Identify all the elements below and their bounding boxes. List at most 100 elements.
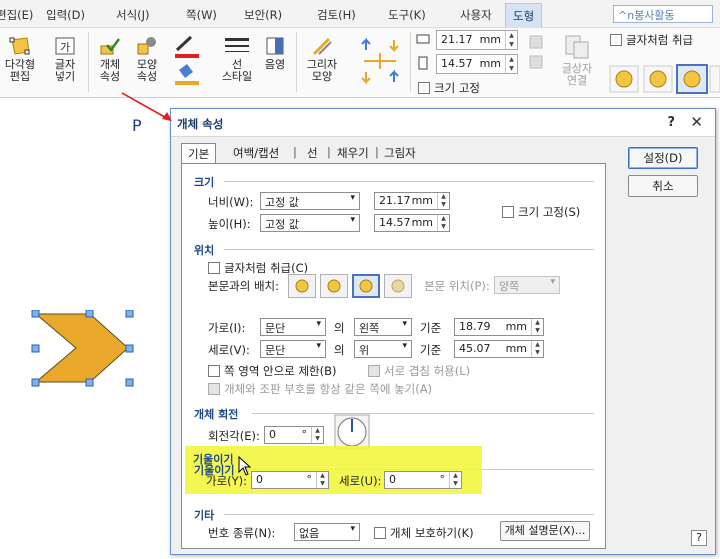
ribbon: 다각형 편집 가 글자 넣기 개체 속성 모양 속성 선 스타일 음영 그리자 … bbox=[0, 28, 720, 98]
rotation-angle-label: 회전각(E): bbox=[208, 429, 260, 443]
width-icon bbox=[416, 34, 430, 44]
selection-handle[interactable] bbox=[85, 378, 94, 387]
polygon-edit-button[interactable]: 다각형 편집 bbox=[2, 36, 38, 83]
bottom-help-icon[interactable]: ? bbox=[691, 530, 707, 546]
horizontal-base-select[interactable]: 문단 ▾ bbox=[260, 318, 326, 336]
line-style-icon bbox=[225, 38, 249, 52]
menu-tools[interactable]: 도구(K) bbox=[388, 7, 426, 23]
tab-line[interactable]: 선 bbox=[307, 145, 318, 161]
menu-insert[interactable]: 입력(D) bbox=[46, 7, 85, 23]
height-spinner[interactable]: ▲ ▼ bbox=[437, 215, 449, 231]
fixed-size-checkbox[interactable]: 크기 고정(S) bbox=[502, 204, 580, 220]
text-insert-button[interactable]: 가 글자 넣기 bbox=[50, 36, 80, 83]
shape-properties-button[interactable]: 모양 속성 bbox=[130, 36, 164, 83]
horizontal-align-select[interactable]: 왼쪽 ▾ bbox=[354, 318, 412, 336]
textbox-link-button[interactable]: 글상자 연결 bbox=[556, 34, 598, 87]
width-spinner[interactable]: ▲ ▼ bbox=[437, 193, 449, 209]
wrap-behind-button[interactable] bbox=[384, 274, 412, 298]
height-input[interactable]: 14.57 mm ▲ ▼ bbox=[374, 214, 450, 232]
skew-horizontal-input[interactable]: 0 ° ▲ ▼ bbox=[251, 471, 329, 489]
height-mode-select[interactable]: 고정 값 ▾ bbox=[260, 214, 360, 232]
protect-object-checkbox[interactable]: 개체 보호하기(K) bbox=[374, 525, 474, 541]
tab-margin-caption[interactable]: 여백/캡션 bbox=[233, 145, 279, 161]
menu-security[interactable]: 보안(R) bbox=[244, 7, 282, 23]
tab-fill[interactable]: 채우기 bbox=[337, 145, 369, 161]
wrap-infront-button[interactable] bbox=[352, 274, 380, 298]
menu-edit[interactable]: 편집(E) bbox=[0, 7, 33, 23]
ribbon-separator bbox=[296, 32, 297, 92]
body-position-select[interactable]: 양쪽 ▾ bbox=[494, 276, 560, 294]
rotation-section-title: 개체 회전 bbox=[194, 408, 239, 421]
object-properties-icon bbox=[100, 38, 121, 55]
selection-handle[interactable] bbox=[31, 310, 40, 318]
ribbon-fixed-size-checkbox[interactable]: 크기 고정 bbox=[418, 80, 480, 96]
skew-vertical-spinner[interactable]: ▲ ▼ bbox=[449, 472, 461, 488]
chevron-shape[interactable] bbox=[30, 310, 136, 390]
vertical-offset-input[interactable]: 45.07 mm ▲ ▼ bbox=[454, 340, 544, 358]
rotation-angle-input[interactable]: 0 ° ▲ ▼ bbox=[264, 426, 324, 444]
width-spinner[interactable]: ▲ ▼ bbox=[505, 31, 517, 49]
menu-page[interactable]: 쪽(W) bbox=[186, 7, 217, 23]
skew-vertical-input[interactable]: 0 ° ▲ ▼ bbox=[384, 471, 462, 489]
vertical-base-select[interactable]: 문단 ▾ bbox=[260, 340, 326, 358]
number-type-select[interactable]: 없음 ▾ bbox=[294, 523, 360, 541]
position-section-title: 위치 bbox=[194, 244, 215, 257]
help-search-input[interactable]: ^n봉사활동 bbox=[613, 5, 713, 23]
selection-handle[interactable] bbox=[125, 344, 134, 353]
screen: 편집(E) 입력(D) 서식(J) 쪽(W) 보안(R) 검토(H) 도구(K)… bbox=[0, 0, 720, 559]
selection-handle[interactable] bbox=[85, 310, 94, 318]
allow-overlap-checkbox[interactable]: 서로 겹침 허용(L) bbox=[368, 363, 470, 379]
height-spinner[interactable]: ▲ ▼ bbox=[505, 55, 517, 73]
horizontal-pos-label: 가로(I): bbox=[208, 321, 246, 335]
tab-shadow[interactable]: 그림자 bbox=[384, 145, 416, 161]
ribbon-treat-as-char-checkbox[interactable]: 글자처럼 취급 bbox=[610, 32, 693, 48]
selection-handle[interactable] bbox=[125, 310, 134, 318]
shading-icon bbox=[266, 37, 284, 55]
vertical-align-select[interactable]: 위 ▾ bbox=[354, 340, 412, 358]
menu-shape[interactable]: 도형 bbox=[505, 3, 543, 28]
ok-button[interactable]: 설정(D) bbox=[628, 147, 698, 169]
shadow-shape-button[interactable]: 그리자 모양 bbox=[302, 36, 342, 83]
body-position-label: 본문 위치(P): bbox=[424, 279, 490, 293]
horizontal-offset-spinner[interactable]: ▲ ▼ bbox=[531, 319, 543, 335]
shading-button[interactable]: 음영 bbox=[260, 36, 290, 71]
menu-user[interactable]: 사용자 bbox=[460, 7, 492, 23]
tab-basic[interactable]: 기본 bbox=[181, 143, 217, 163]
same-page-checkbox[interactable]: 개체와 조판 부호를 항상 같은 쪽에 놓기(A) bbox=[208, 381, 432, 397]
rotation-spinner[interactable]: ▲ ▼ bbox=[311, 427, 323, 443]
menu-format[interactable]: 서식(J) bbox=[116, 7, 150, 23]
ribbon-width-input[interactable]: 21.17 mm ▲ ▼ bbox=[436, 30, 518, 50]
vertical-offset-spinner[interactable]: ▲ ▼ bbox=[531, 341, 543, 357]
height-label: 높이(H): bbox=[208, 217, 251, 231]
size-section-title: 크기 bbox=[194, 176, 215, 189]
ribbon-height-input[interactable]: 14.57 mm ▲ ▼ bbox=[436, 54, 518, 74]
line-style-button[interactable]: 선 스타일 bbox=[218, 36, 256, 83]
skew-horizontal-spinner[interactable]: ▲ ▼ bbox=[316, 472, 328, 488]
menu-review[interactable]: 검토(H) bbox=[317, 7, 356, 23]
align-arrange-button[interactable] bbox=[354, 34, 406, 90]
rotation-dial-icon[interactable] bbox=[334, 414, 370, 450]
width-input[interactable]: 21.17 mm ▲ ▼ bbox=[374, 192, 450, 210]
dialog-title-bar[interactable]: 개체 속성 ? ✕ bbox=[171, 109, 715, 137]
svg-text:가: 가 bbox=[60, 41, 70, 54]
limit-page-checkbox[interactable]: 쪽 영역 안으로 제한(B) bbox=[208, 363, 336, 379]
wrap-infront-icon bbox=[359, 279, 373, 293]
ribbon-wrap-gallery bbox=[608, 64, 720, 94]
cancel-button[interactable]: 취소 bbox=[628, 175, 698, 197]
horizontal-offset-input[interactable]: 18.79 mm ▲ ▼ bbox=[454, 318, 544, 336]
object-properties-button[interactable]: 개체 속성 bbox=[94, 36, 126, 83]
selection-handle[interactable] bbox=[31, 378, 40, 387]
menu-bar: 편집(E) 입력(D) 서식(J) 쪽(W) 보안(R) 검토(H) 도구(K)… bbox=[0, 0, 720, 28]
width-mode-select[interactable]: 고정 값 ▾ bbox=[260, 192, 360, 210]
wrap-square-button[interactable] bbox=[288, 274, 316, 298]
selection-handle[interactable] bbox=[125, 378, 134, 387]
wrap-label: 본문과의 배치: bbox=[208, 279, 280, 293]
wrap-topbottom-button[interactable] bbox=[320, 274, 348, 298]
object-description-button[interactable]: 개체 설명문(X)... bbox=[500, 521, 590, 541]
polygon-edit-icon bbox=[9, 37, 30, 55]
line-color-button[interactable] bbox=[168, 34, 208, 90]
close-icon[interactable]: ✕ bbox=[690, 113, 703, 131]
selection-handle[interactable] bbox=[31, 344, 40, 353]
shadow-shape-icon bbox=[312, 37, 332, 56]
help-icon[interactable]: ? bbox=[667, 115, 675, 130]
